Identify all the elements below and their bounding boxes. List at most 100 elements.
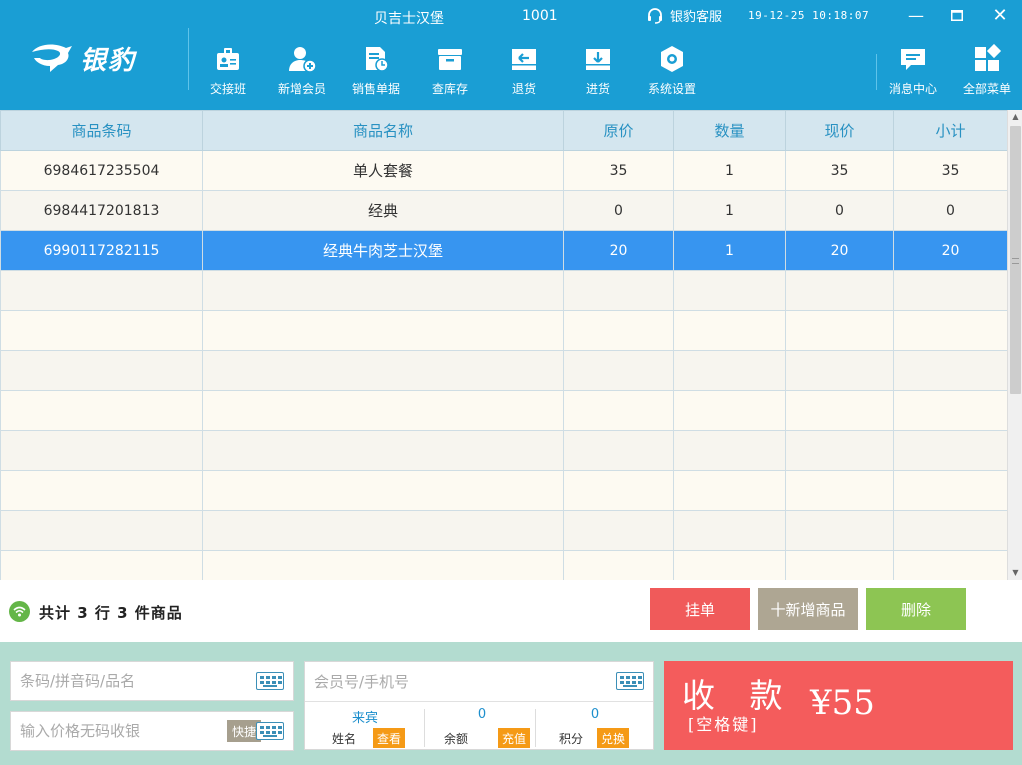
member-field[interactable] xyxy=(305,662,653,702)
toolbar-message-center-button[interactable]: 消息中心 xyxy=(876,44,950,100)
cell-original-price: 20 xyxy=(563,230,674,271)
column-header-current-price[interactable]: 现价 xyxy=(785,110,894,151)
service-label: 银豹客服 xyxy=(670,10,723,25)
barcode-input[interactable] xyxy=(11,662,293,700)
member-panel: 来宾 姓名 查看 0 余额 充值 0 积分 兑换 xyxy=(304,661,654,750)
empty-cell xyxy=(673,270,786,311)
toolbar-stock-in-button[interactable]: 进货 xyxy=(561,44,635,100)
price-field[interactable]: 快捷 xyxy=(10,711,294,751)
empty-table-row xyxy=(0,270,1007,311)
member-balance-cell: 0 余额 充值 xyxy=(424,706,540,748)
sales-receipt-icon xyxy=(366,47,389,72)
cell-quantity: 1 xyxy=(673,190,786,231)
toolbar-sales-receipt-button[interactable]: 销售单据 xyxy=(339,44,413,100)
column-header-quantity[interactable]: 数量 xyxy=(673,110,786,151)
top-bar: 银豹 贝吉士汉堡 1001 银豹客服 19-12-25 10:18:07 — ✕ xyxy=(0,0,1022,110)
table-row-selected[interactable]: 6990117282115 经典牛肉芝士汉堡 20 1 20 20 xyxy=(0,230,1007,271)
cell-original-price: 35 xyxy=(563,150,674,191)
close-button[interactable]: ✕ xyxy=(984,2,1016,28)
empty-cell xyxy=(673,390,786,431)
table-row[interactable]: 6984617235504 单人套餐 35 1 35 35 xyxy=(0,150,1007,191)
empty-cell xyxy=(563,270,674,311)
column-header-name[interactable]: 商品名称 xyxy=(202,110,564,151)
empty-cell xyxy=(202,270,564,311)
member-points-label: 积分 xyxy=(559,732,584,746)
empty-cell xyxy=(673,310,786,351)
empty-cell xyxy=(0,470,203,511)
add-product-button[interactable]: 十新增商品 xyxy=(758,588,858,630)
empty-cell xyxy=(785,310,894,351)
scroll-down-icon[interactable]: ▼ xyxy=(1008,566,1022,580)
cell-quantity: 1 xyxy=(673,230,786,271)
summary-bar: 共计 3 行 3 件商品 挂单 十新增商品 删除 xyxy=(0,580,1022,642)
empty-cell xyxy=(785,550,894,580)
keyboard-icon[interactable] xyxy=(256,722,284,740)
empty-cell xyxy=(893,470,1007,511)
maximize-icon xyxy=(951,9,963,21)
cell-subtotal: 20 xyxy=(893,230,1007,271)
empty-cell xyxy=(202,510,564,551)
empty-cell xyxy=(0,390,203,431)
cell-current-price: 0 xyxy=(785,190,894,231)
empty-cell xyxy=(785,390,894,431)
redeem-button[interactable]: 兑换 xyxy=(597,728,630,748)
minimize-button[interactable]: — xyxy=(900,2,932,28)
stock-in-icon xyxy=(586,49,610,70)
empty-cell xyxy=(785,510,894,551)
empty-cell xyxy=(673,430,786,471)
table-scrollbar[interactable]: ▲ ▼ xyxy=(1007,110,1022,580)
toolbar-handover-button[interactable]: 交接班 xyxy=(191,44,265,100)
toolbar-label: 交接班 xyxy=(209,82,246,96)
empty-table-row xyxy=(0,510,1007,551)
toolbar-settings-button[interactable]: 系统设置 xyxy=(635,44,709,100)
message-icon xyxy=(901,49,925,70)
toolbar-all-menu-button[interactable]: 全部菜单 xyxy=(950,44,1022,100)
member-input[interactable] xyxy=(305,662,605,702)
barcode-field[interactable] xyxy=(10,661,294,701)
store-name: 贝吉士汉堡 xyxy=(374,11,444,27)
scroll-up-icon[interactable]: ▲ xyxy=(1008,110,1022,124)
delete-button[interactable]: 删除 xyxy=(866,588,966,630)
close-icon: ✕ xyxy=(992,4,1008,26)
column-header-barcode[interactable]: 商品条码 xyxy=(0,110,203,151)
toolbar-add-member-button[interactable]: 新增会员 xyxy=(265,44,339,100)
empty-cell xyxy=(893,310,1007,351)
hang-order-button[interactable]: 挂单 xyxy=(650,588,750,630)
brand-name: 银豹 xyxy=(80,45,137,76)
scrollbar-thumb[interactable] xyxy=(1010,126,1021,394)
view-member-button[interactable]: 查看 xyxy=(373,728,406,748)
menu-grid-icon xyxy=(975,44,1002,71)
empty-cell xyxy=(0,310,203,351)
empty-cell xyxy=(893,510,1007,551)
member-name-value: 来宾 xyxy=(351,711,378,726)
recharge-button[interactable]: 充值 xyxy=(498,728,531,748)
table-row[interactable]: 6984417201813 经典 0 1 0 0 xyxy=(0,190,1007,231)
member-name-label: 姓名 xyxy=(332,732,357,746)
toolbar-return-button[interactable]: 退货 xyxy=(487,44,561,100)
empty-cell xyxy=(202,470,564,511)
cart-table: 商品条码 商品名称 原价 数量 现价 小计 6984617235504 单人套餐… xyxy=(0,110,1007,580)
empty-cell xyxy=(673,510,786,551)
empty-cell xyxy=(202,430,564,471)
empty-cell xyxy=(0,270,203,311)
checkout-amount: ¥55 xyxy=(810,683,875,723)
divider xyxy=(535,709,536,747)
member-balance-value: 0 xyxy=(477,707,487,722)
maximize-button[interactable] xyxy=(941,2,973,28)
empty-cell xyxy=(785,350,894,391)
keyboard-icon[interactable] xyxy=(256,672,284,690)
checkout-button[interactable]: 收 款 [空格键] ¥55 xyxy=(664,661,1013,750)
toolbar-label: 全部菜单 xyxy=(962,82,1011,96)
cart-grid: 商品条码 商品名称 原价 数量 现价 小计 6984617235504 单人套餐… xyxy=(0,110,1007,580)
empty-cell xyxy=(0,510,203,551)
cell-name: 经典牛肉芝士汉堡 xyxy=(202,230,564,271)
customer-service-link[interactable]: 银豹客服 xyxy=(646,6,722,25)
empty-cell xyxy=(0,430,203,471)
column-header-original-price[interactable]: 原价 xyxy=(563,110,674,151)
empty-table-row xyxy=(0,470,1007,511)
toolbar-inventory-button[interactable]: 查库存 xyxy=(413,44,487,100)
empty-cell xyxy=(202,310,564,351)
empty-cell xyxy=(202,550,564,580)
column-header-subtotal[interactable]: 小计 xyxy=(893,110,1007,151)
keyboard-icon[interactable] xyxy=(616,672,644,690)
